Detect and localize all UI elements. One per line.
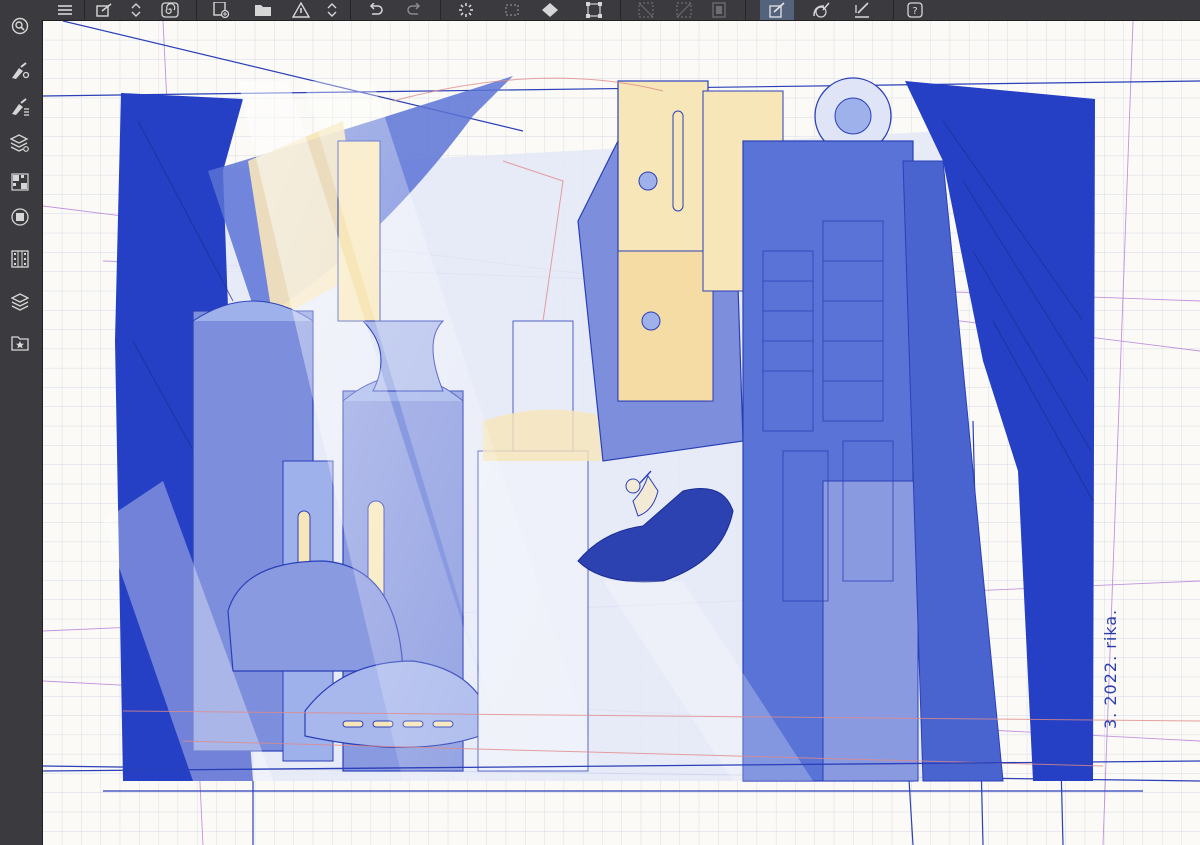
- toolbar-separator: [350, 0, 351, 20]
- toolbar-separator: [196, 0, 197, 20]
- hamburger-menu-icon[interactable]: [53, 0, 77, 20]
- left-tool-sidebar: [0, 17, 43, 845]
- loading-icon[interactable]: [454, 0, 478, 20]
- navigator-icon[interactable]: [6, 14, 34, 38]
- chevron-updown-icon[interactable]: [127, 0, 145, 20]
- snap-curve-icon[interactable]: [808, 0, 834, 20]
- toolbar-separator: [893, 0, 894, 20]
- spiral-icon[interactable]: [158, 0, 182, 20]
- artist-signature: 3. 2022. rika.: [1101, 608, 1120, 729]
- transform-icon[interactable]: [582, 0, 606, 20]
- chevron-updown-icon[interactable]: [323, 0, 341, 20]
- timeline-icon[interactable]: [6, 247, 34, 271]
- toolbar-separator: [440, 0, 441, 20]
- fill-icon[interactable]: [537, 0, 563, 20]
- toolbar-separator: [745, 0, 746, 20]
- color-palette-icon[interactable]: [6, 170, 34, 194]
- snap-grid-icon[interactable]: [850, 0, 874, 20]
- layer-icon[interactable]: [707, 0, 731, 20]
- snap-ruler-icon[interactable]: [760, 0, 794, 20]
- drawing-canvas[interactable]: 3. 2022. rika.: [43, 21, 1200, 845]
- toolbar-separator: [84, 0, 85, 20]
- color-circle-icon[interactable]: [6, 205, 34, 229]
- artwork: [43, 21, 1200, 845]
- crop-icon[interactable]: [672, 0, 696, 20]
- svg-text:?: ?: [912, 6, 917, 17]
- brush-tool-icon[interactable]: [6, 59, 34, 83]
- edit-icon[interactable]: [93, 0, 115, 20]
- layers-icon[interactable]: [6, 290, 34, 314]
- clear-icon[interactable]: [634, 0, 658, 20]
- top-toolbar: ?: [0, 0, 1200, 21]
- new-canvas-icon[interactable]: [210, 0, 232, 20]
- redo-icon[interactable]: [404, 0, 426, 20]
- undo-icon[interactable]: [364, 0, 386, 20]
- open-folder-icon[interactable]: [251, 0, 275, 20]
- toolbar-separator: [620, 0, 621, 20]
- sub-tool-icon[interactable]: [6, 131, 34, 155]
- selection-icon[interactable]: [500, 0, 524, 20]
- materials-icon[interactable]: [6, 331, 34, 355]
- brush-settings-icon[interactable]: [6, 95, 34, 119]
- help-icon[interactable]: ?: [903, 0, 927, 20]
- save-icon[interactable]: [289, 0, 313, 20]
